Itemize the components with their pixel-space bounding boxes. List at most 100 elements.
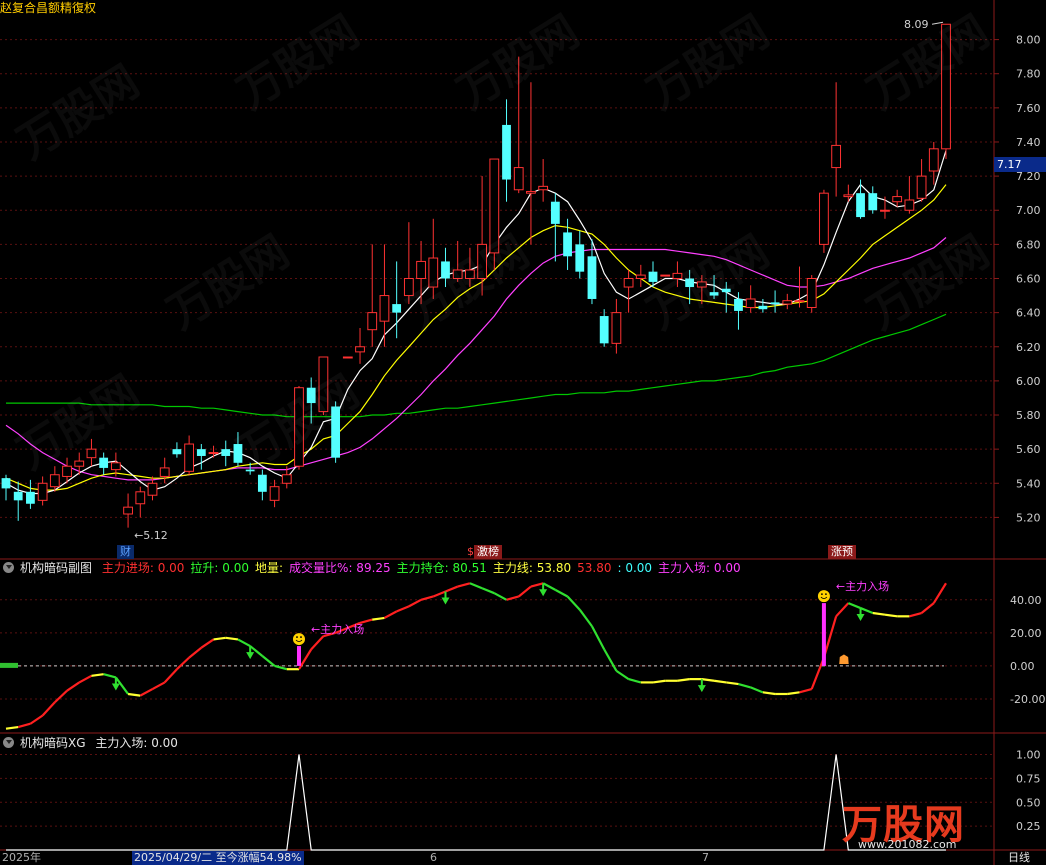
main-force-line-seg <box>5 725 19 730</box>
candle-body <box>269 486 280 501</box>
last-price-marker: 7.17 <box>994 157 1046 172</box>
main-force-line-seg <box>920 602 935 614</box>
indicator-menu-icon[interactable] <box>3 737 14 748</box>
candle-body <box>110 462 121 471</box>
candle-body <box>99 457 109 468</box>
sub2-axis-label: 0.50 <box>1016 796 1041 809</box>
candle-body <box>587 256 597 299</box>
candle-body <box>184 443 195 472</box>
event-tag-list[interactable]: 激榜 <box>474 545 502 559</box>
candle-body <box>611 312 622 344</box>
price-axis-label: 5.60 <box>1016 443 1041 456</box>
main-force-line-seg <box>151 681 166 690</box>
sub2-axis-label: 0.75 <box>1016 772 1041 785</box>
candle-body <box>135 491 146 505</box>
main-force-line-seg <box>103 673 117 679</box>
smiley-eye <box>300 636 302 638</box>
main-force-line-seg <box>603 648 618 672</box>
watermark-text: 万股网 <box>159 226 298 339</box>
price-axis-label: 7.60 <box>1016 102 1041 115</box>
main-force-line-seg <box>578 609 593 627</box>
sub1-indicator-list: 主力进场: 0.00 拉升: 0.00 地量: 成交量比%: 89.25 主力持仓: 8… <box>102 561 747 575</box>
main-force-line-seg <box>750 686 764 694</box>
smiley-icon <box>817 590 830 603</box>
candle-body <box>770 302 780 305</box>
sub1-indicator-4: 主力持仓: 80.51 <box>396 561 487 575</box>
candle-body <box>623 278 634 288</box>
watermark-text: 万股网 <box>229 6 368 119</box>
candle-body <box>416 260 426 280</box>
main-force-line-seg <box>17 722 31 729</box>
sub2-title: 机构暗码XG <box>20 736 86 750</box>
main-force-line-seg <box>372 616 385 621</box>
main-force-line-seg <box>408 598 422 608</box>
sub1-indicator-1: 拉升: 0.00 <box>190 561 249 575</box>
main-panel-header: 赵复合昌额精復权 <box>0 1 97 15</box>
range-info[interactable]: 2025/04/29/二 至今涨幅54.98% <box>132 851 304 865</box>
candle-body <box>74 460 85 467</box>
candle-body <box>916 175 927 199</box>
candle-body <box>806 278 817 309</box>
month-6-label: 6 <box>430 851 437 864</box>
main-force-line-seg <box>628 678 642 684</box>
ma60-line <box>6 313 947 418</box>
sub1-indicator-8: 主力入场: 0.00 <box>658 561 741 575</box>
sub1-indicator-7: : 0.00 <box>617 561 653 575</box>
runner-icon: ☗ <box>838 653 850 668</box>
main-force-line-seg <box>310 635 325 651</box>
main-force-line-seg <box>615 669 630 681</box>
main-force-line-seg <box>701 678 715 682</box>
candle-body <box>928 148 939 172</box>
period-label[interactable]: 日线 <box>1008 851 1030 865</box>
candle-body <box>856 193 865 218</box>
low-price-label: ←5.12 <box>134 529 168 542</box>
main-force-line-seg <box>884 613 898 618</box>
main-force-line-seg <box>225 636 239 641</box>
main-force-line-seg <box>591 625 606 650</box>
candle-body <box>660 274 671 277</box>
candle-body <box>734 298 743 311</box>
sub1-axis-label: 40.00 <box>1010 594 1042 607</box>
candle-body <box>880 209 890 212</box>
indicator-menu-icon[interactable] <box>3 562 14 573</box>
smiley-eye <box>821 593 823 595</box>
main-force-line-seg <box>713 679 727 684</box>
main-force-line-seg <box>396 605 410 613</box>
sub1-title: 机构暗码副图 <box>20 561 93 575</box>
candle-body <box>843 194 854 198</box>
price-axis-label: 7.80 <box>1016 68 1041 81</box>
candle-body <box>281 474 292 484</box>
main-force-line-seg <box>176 656 190 670</box>
price-axis-label: 6.60 <box>1016 273 1041 286</box>
candle-body <box>172 449 182 455</box>
main-force-line-seg <box>432 590 446 598</box>
main-force-line-seg <box>799 687 813 694</box>
main-force-line-seg <box>726 681 739 686</box>
event-tag-finance[interactable]: 财 <box>117 545 134 559</box>
main-force-line-seg <box>445 585 459 593</box>
main-force-line-seg <box>237 638 251 648</box>
event-tag-forecast[interactable]: 涨预 <box>828 545 856 559</box>
ma5-line <box>5 150 947 495</box>
candle-body <box>62 465 72 477</box>
candle-body <box>526 190 536 194</box>
price-axis-label: 7.40 <box>1016 136 1041 149</box>
price-axis-label: 7.20 <box>1016 170 1041 183</box>
candle-body <box>904 199 915 211</box>
main-force-line-seg <box>738 683 751 689</box>
sub1-indicator-6: 53.80 <box>577 561 612 575</box>
main-force-line-seg <box>54 689 68 704</box>
watermark-text: 万股网 <box>9 56 148 169</box>
main-force-line-seg <box>493 592 508 601</box>
main-force-line-seg <box>860 607 874 615</box>
main-force-line-seg <box>139 688 154 697</box>
watermark-url: www.201082.com <box>858 838 957 851</box>
year-label: 2025年 <box>2 851 41 864</box>
candle-body <box>49 474 60 488</box>
candle-body <box>831 144 842 169</box>
main-force-line-seg <box>909 611 922 618</box>
candle-body <box>208 452 219 455</box>
price-axis-label: 7.00 <box>1016 204 1041 217</box>
main-force-line-seg <box>457 582 471 588</box>
price-axis-label: 6.80 <box>1016 238 1041 251</box>
